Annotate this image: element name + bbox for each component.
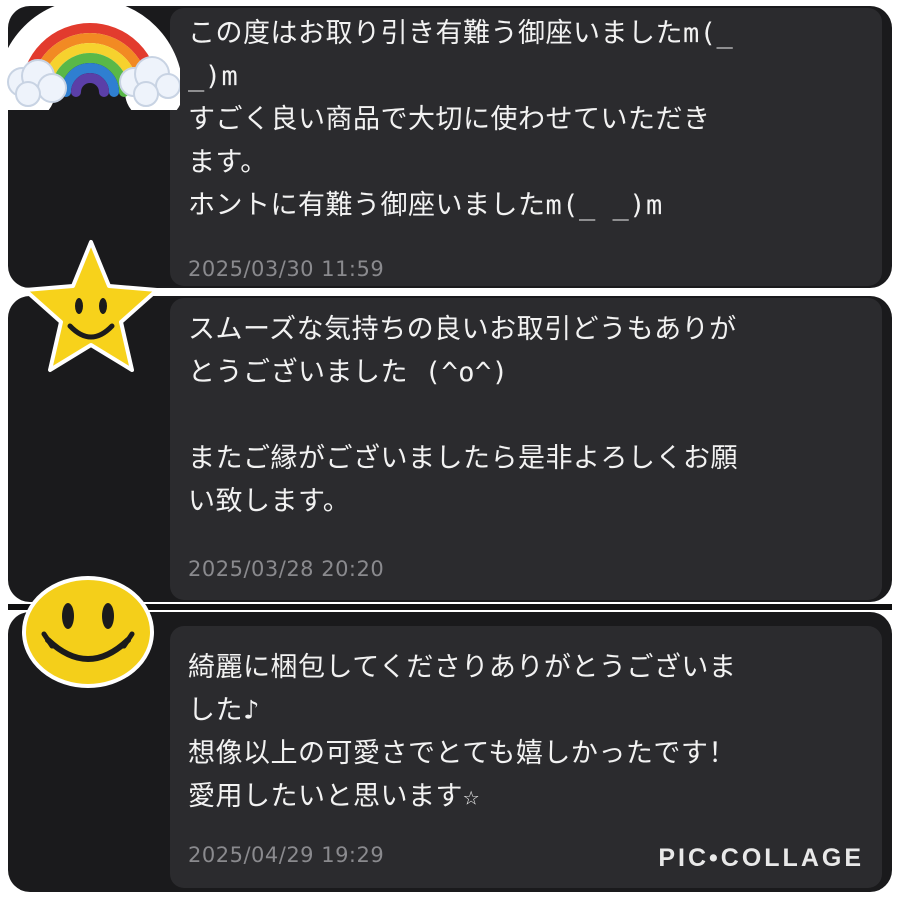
review-timestamp-2: 2025/03/28 20:20 (188, 557, 385, 581)
review-text-1: この度はお取り引き有難う御座いましたm(_ _)m すごく良い商品で大切に使わせ… (188, 18, 734, 221)
review-text-3: 綺麗に梱包してくださりありがとうございま した♪ 想像以上の可愛さでとても嬉しか… (188, 652, 737, 812)
review-timestamp-1: 2025/03/30 11:59 (188, 257, 385, 281)
review-timestamp-3: 2025/04/29 19:29 (188, 843, 385, 867)
review-text-2: スムーズな気持ちの良いお取引どうもありが とうございました (^o^) またご縁… (188, 314, 738, 517)
rainbow-icon (4, 0, 180, 110)
smiley-face-icon (22, 576, 154, 688)
smiling-star-icon (23, 240, 159, 372)
pic-collage-watermark: PIC•COLLAGE (658, 844, 864, 872)
